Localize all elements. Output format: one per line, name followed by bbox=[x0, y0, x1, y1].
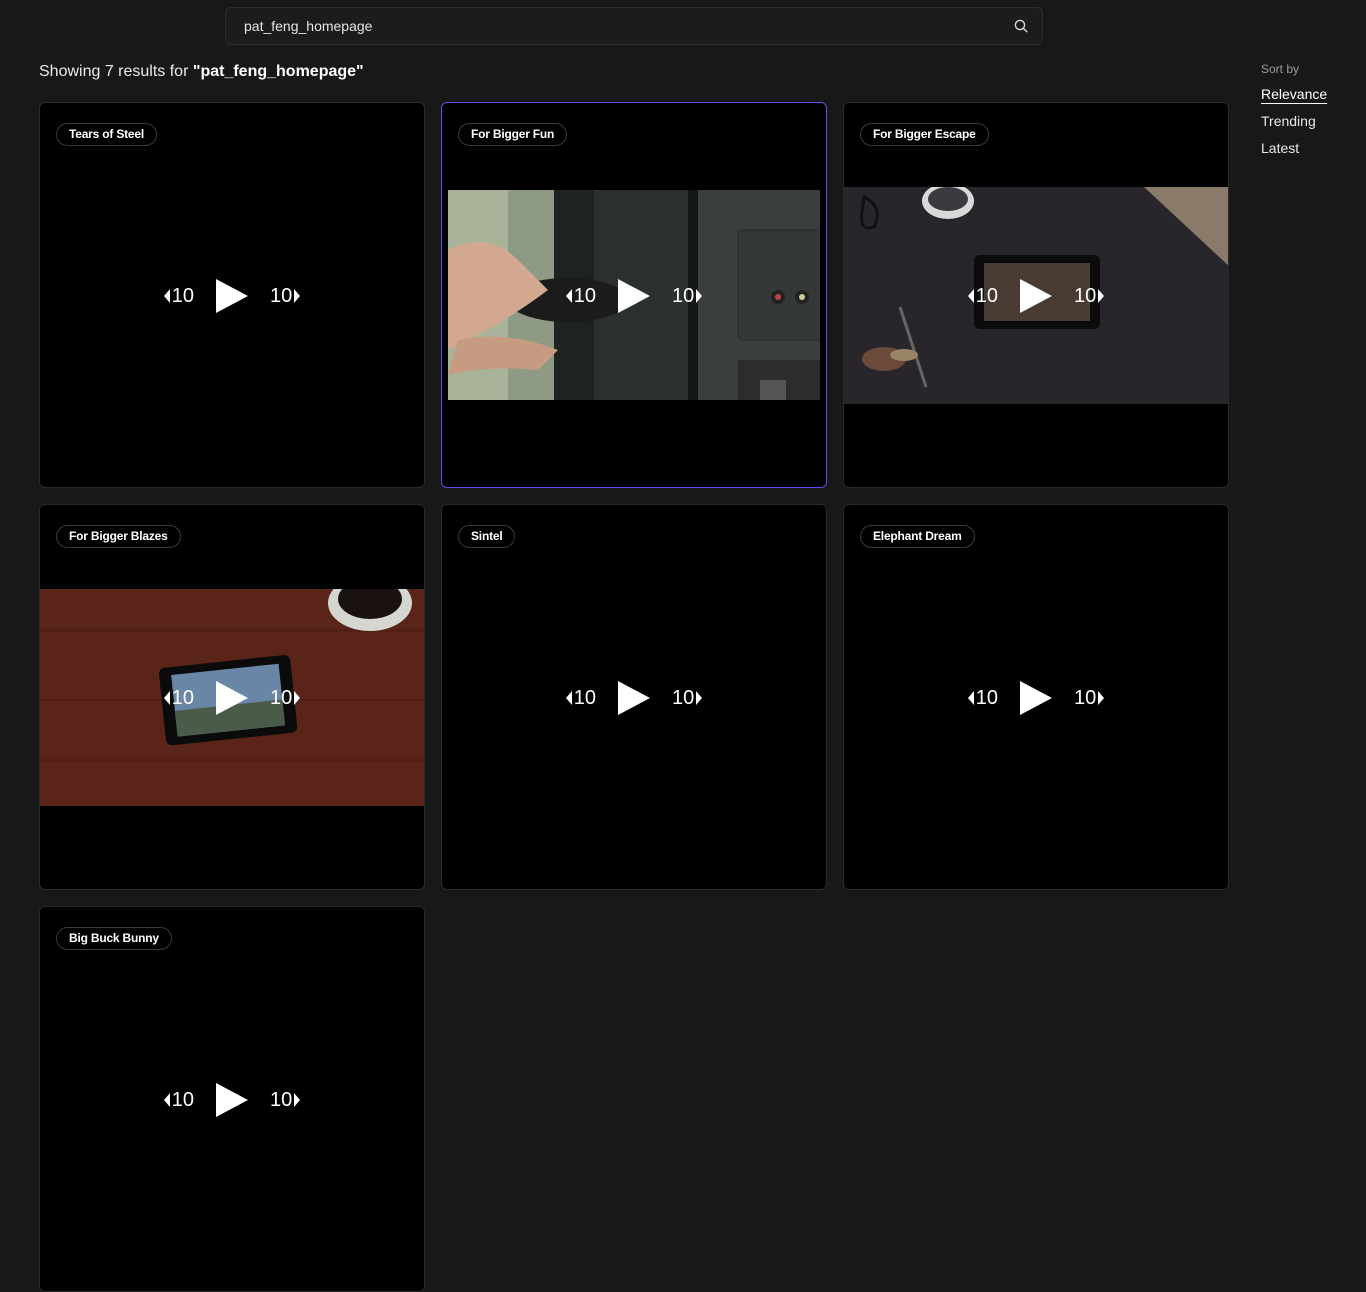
video-card[interactable]: For Bigger Escape 10 10 bbox=[843, 102, 1229, 488]
forward-10-button[interactable]: 10 bbox=[672, 284, 703, 308]
search-input[interactable] bbox=[242, 17, 1012, 35]
forward-label: 10 bbox=[672, 686, 695, 709]
rewind-10-button[interactable]: 10 bbox=[565, 686, 596, 710]
player-controls: 10 10 bbox=[442, 678, 826, 718]
rewind-label: 10 bbox=[975, 686, 998, 709]
sort-panel: Sort by Relevance Trending Latest bbox=[1261, 62, 1361, 167]
results-prefix: Showing 7 results for bbox=[39, 63, 193, 80]
video-card[interactable]: Big Buck Bunny 10 10 bbox=[39, 906, 425, 1292]
forward-icon bbox=[696, 289, 703, 303]
rewind-icon bbox=[565, 289, 572, 303]
play-icon[interactable] bbox=[216, 681, 248, 715]
video-card[interactable]: Sintel 10 10 bbox=[441, 504, 827, 890]
rewind-icon bbox=[967, 289, 974, 303]
rewind-10-button[interactable]: 10 bbox=[163, 1088, 194, 1112]
sort-option-trending[interactable]: Trending bbox=[1261, 113, 1361, 129]
player-controls: 10 10 bbox=[442, 276, 826, 316]
forward-icon bbox=[696, 691, 703, 705]
video-title-badge: For Bigger Fun bbox=[458, 123, 568, 146]
rewind-label: 10 bbox=[171, 686, 194, 709]
forward-10-button[interactable]: 10 bbox=[270, 1088, 301, 1112]
rewind-label: 10 bbox=[573, 686, 596, 709]
video-card[interactable]: For Bigger Fun 10 10 bbox=[441, 102, 827, 488]
rewind-icon bbox=[967, 691, 974, 705]
play-icon[interactable] bbox=[1020, 279, 1052, 313]
forward-10-button[interactable]: 10 bbox=[270, 686, 301, 710]
video-title-badge: For Bigger Blazes bbox=[56, 525, 181, 548]
rewind-label: 10 bbox=[171, 284, 194, 307]
video-title-badge: Elephant Dream bbox=[860, 525, 975, 548]
sort-option-relevance[interactable]: Relevance bbox=[1261, 86, 1361, 102]
forward-label: 10 bbox=[270, 284, 293, 307]
forward-icon bbox=[294, 1093, 301, 1107]
forward-icon bbox=[294, 289, 301, 303]
video-card[interactable]: Elephant Dream 10 10 bbox=[843, 504, 1229, 890]
forward-icon bbox=[1098, 691, 1105, 705]
rewind-label: 10 bbox=[975, 284, 998, 307]
results-heading: Showing 7 results for "pat_feng_homepage… bbox=[39, 63, 364, 81]
player-controls: 10 10 bbox=[40, 1080, 424, 1120]
forward-10-button[interactable]: 10 bbox=[672, 686, 703, 710]
results-query: "pat_feng_homepage" bbox=[192, 63, 364, 80]
play-icon[interactable] bbox=[618, 279, 650, 313]
forward-10-button[interactable]: 10 bbox=[1074, 284, 1105, 308]
video-title-badge: Sintel bbox=[458, 525, 516, 548]
play-icon[interactable] bbox=[216, 1083, 248, 1117]
player-controls: 10 10 bbox=[844, 276, 1228, 316]
forward-label: 10 bbox=[672, 284, 695, 307]
forward-label: 10 bbox=[270, 1088, 293, 1111]
rewind-icon bbox=[565, 691, 572, 705]
rewind-icon bbox=[163, 691, 170, 705]
forward-10-button[interactable]: 10 bbox=[270, 284, 301, 308]
rewind-10-button[interactable]: 10 bbox=[967, 686, 998, 710]
video-title-badge: Big Buck Bunny bbox=[56, 927, 172, 950]
play-icon[interactable] bbox=[216, 279, 248, 313]
search-icon[interactable] bbox=[1012, 17, 1030, 35]
sort-option-latest[interactable]: Latest bbox=[1261, 140, 1361, 156]
forward-label: 10 bbox=[1074, 686, 1097, 709]
play-icon[interactable] bbox=[618, 681, 650, 715]
player-controls: 10 10 bbox=[40, 678, 424, 718]
rewind-icon bbox=[163, 1093, 170, 1107]
video-card[interactable]: For Bigger Blazes 10 10 bbox=[39, 504, 425, 890]
play-icon[interactable] bbox=[1020, 681, 1052, 715]
player-controls: 10 10 bbox=[844, 678, 1228, 718]
rewind-10-button[interactable]: 10 bbox=[967, 284, 998, 308]
forward-label: 10 bbox=[270, 686, 293, 709]
sort-title: Sort by bbox=[1261, 62, 1300, 76]
rewind-10-button[interactable]: 10 bbox=[565, 284, 596, 308]
video-title-badge: For Bigger Escape bbox=[860, 123, 989, 146]
video-title-badge: Tears of Steel bbox=[56, 123, 158, 146]
rewind-label: 10 bbox=[171, 1088, 194, 1111]
forward-10-button[interactable]: 10 bbox=[1074, 686, 1105, 710]
rewind-10-button[interactable]: 10 bbox=[163, 284, 194, 308]
rewind-label: 10 bbox=[573, 284, 596, 307]
forward-icon bbox=[1098, 289, 1105, 303]
player-controls: 10 10 bbox=[40, 276, 424, 316]
forward-label: 10 bbox=[1074, 284, 1097, 307]
video-card[interactable]: Tears of Steel 10 10 bbox=[39, 102, 425, 488]
rewind-10-button[interactable]: 10 bbox=[163, 686, 194, 710]
forward-icon bbox=[294, 691, 301, 705]
rewind-icon bbox=[163, 289, 170, 303]
search-bar bbox=[225, 7, 1043, 45]
